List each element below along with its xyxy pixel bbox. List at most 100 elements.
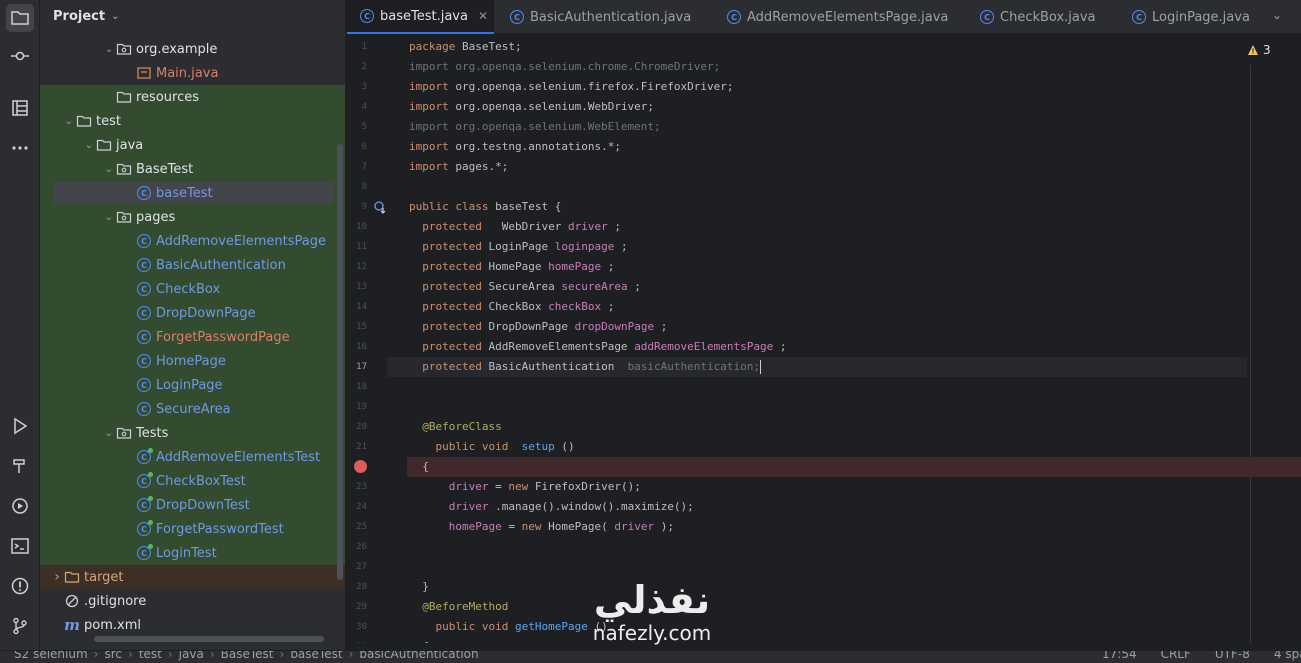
tree-item-target[interactable]: › target [40, 565, 345, 589]
code-editor[interactable]: 3 1 package BaseTest; 2 import org.openqa.s… [347, 35, 1301, 643]
code-line[interactable]: protected LoginPage loginpage ; [409, 237, 627, 257]
line-number[interactable]: 2 [347, 62, 367, 72]
line-number[interactable]: 24 [347, 502, 367, 512]
line-number[interactable]: 18 [347, 382, 367, 392]
tree-item-checkbox[interactable]: C CheckBox [40, 277, 345, 301]
code-line[interactable]: import org.openqa.selenium.WebElement; [409, 117, 661, 137]
tree-item-basicauthentication[interactable]: C BasicAuthentication [40, 253, 345, 277]
breadcrumb-item[interactable]: test [139, 651, 162, 661]
tree-item-loginpage[interactable]: C LoginPage [40, 373, 345, 397]
services-tool-button[interactable] [6, 492, 34, 520]
breakpoint-icon[interactable] [354, 460, 367, 473]
chevron-down-icon[interactable]: ⌄ [103, 428, 115, 439]
code-line[interactable]: { [409, 457, 429, 477]
breadcrumb-item[interactable]: basicAuthentication [359, 651, 478, 661]
chevron-down-icon[interactable]: ⌄ [103, 44, 115, 55]
tree-item-java[interactable]: ⌄ java [40, 133, 345, 157]
line-number[interactable]: 29 [347, 602, 367, 612]
project-tool-button[interactable] [6, 4, 34, 32]
code-line[interactable]: protected HomePage homePage ; [409, 257, 614, 277]
chevron-right-icon[interactable]: › [51, 569, 63, 585]
line-separator[interactable]: CRLF [1161, 651, 1191, 661]
line-number[interactable]: 21 [347, 442, 367, 452]
tree-item-addremoveelementstest[interactable]: C AddRemoveElementsTest [40, 445, 345, 469]
implemented-gutter-icon[interactable] [373, 200, 387, 214]
editor-tab-checkbox[interactable]: C CheckBox.java [967, 0, 1115, 34]
project-view-dropdown[interactable]: Project ⌄ [40, 0, 345, 32]
line-number[interactable]: 7 [347, 162, 367, 172]
problems-tool-button[interactable] [6, 572, 34, 600]
code-line[interactable]: @BeforeMethod [409, 597, 508, 617]
tree-item-forgetpasswordtest[interactable]: C ForgetPasswordTest [40, 517, 345, 541]
code-line[interactable]: import org.openqa.selenium.chrome.Chrome… [409, 57, 720, 77]
inspection-widget[interactable]: 3 [1247, 42, 1271, 58]
tree-item-dropdownpage[interactable]: C DropDownPage [40, 301, 345, 325]
tree-item-gitignore[interactable]: .gitignore [40, 589, 345, 613]
tree-vertical-scrollbar[interactable] [337, 144, 343, 580]
code-line[interactable]: protected AddRemoveElementsPage addRemov… [409, 337, 786, 357]
line-number[interactable]: 27 [347, 562, 367, 572]
file-encoding[interactable]: UTF-8 [1215, 651, 1250, 661]
chevron-down-icon[interactable]: ⌄ [103, 212, 115, 223]
code-line[interactable]: driver = new FirefoxDriver(); [409, 477, 641, 497]
line-number[interactable]: 14 [347, 302, 367, 312]
tree-item-main-java[interactable]: Main.java [40, 61, 345, 85]
breadcrumb-item[interactable]: BaseTest [221, 651, 274, 661]
line-number[interactable]: 19 [347, 402, 367, 412]
tree-item-logintest[interactable]: C LoginTest [40, 541, 345, 565]
code-line[interactable]: package BaseTest; [409, 37, 522, 57]
run-tool-button[interactable] [6, 412, 34, 440]
more-tools-button[interactable] [6, 134, 34, 162]
chevron-down-icon[interactable]: ⌄ [1272, 8, 1282, 22]
line-number[interactable]: 11 [347, 242, 367, 252]
tree-item-pom-xml[interactable]: m pom.xml [40, 613, 345, 637]
line-number[interactable]: 23 [347, 482, 367, 492]
code-line[interactable]: protected SecureArea secureArea ; [409, 277, 641, 297]
breadcrumb-item[interactable]: java [179, 651, 204, 661]
tree-item-basetest[interactable]: ⌄ BaseTest [40, 157, 345, 181]
chevron-down-icon[interactable]: ⌄ [103, 164, 115, 175]
line-number[interactable]: 17 [347, 362, 367, 372]
chevron-down-icon[interactable]: ⌄ [63, 116, 75, 127]
code-line[interactable]: protected DropDownPage dropDownPage ; [409, 317, 667, 337]
line-number[interactable]: 20 [347, 422, 367, 432]
code-line[interactable]: { [409, 637, 429, 643]
editor-tab-loginpage[interactable]: C LoginPage.java [1119, 0, 1259, 34]
code-line[interactable]: } [409, 577, 429, 597]
breadcrumb-item[interactable]: baseTest [290, 651, 342, 661]
structure-tool-button[interactable] [6, 94, 34, 122]
tree-item-tests[interactable]: ⌄ Tests [40, 421, 345, 445]
editor-tab-addremoveelementspage[interactable]: C AddRemoveElementsPage.java [714, 0, 960, 34]
code-line[interactable]: public void setup () [409, 437, 575, 457]
code-line[interactable]: import org.openqa.selenium.WebDriver; [409, 97, 654, 117]
line-number[interactable]: 30 [347, 622, 367, 632]
tree-item-pages[interactable]: ⌄ pages [40, 205, 345, 229]
indent-setting[interactable]: 4 spac [1274, 651, 1301, 661]
code-line[interactable]: protected BasicAuthentication basicAuthe… [409, 357, 762, 377]
line-number[interactable]: 3 [347, 82, 367, 92]
code-line[interactable]: import org.openqa.selenium.firefox.Firef… [409, 77, 734, 97]
code-line[interactable]: import org.testng.annotations.*; [409, 137, 621, 157]
breadcrumb-item[interactable]: S2 selenium [14, 651, 88, 661]
build-tool-button[interactable] [6, 452, 34, 480]
code-line[interactable]: protected CheckBox checkBox ; [409, 297, 614, 317]
line-number[interactable]: 8 [347, 182, 367, 192]
line-number[interactable]: 25 [347, 522, 367, 532]
line-number[interactable]: 6 [347, 142, 367, 152]
tree-item-test[interactable]: ⌄ test [40, 109, 345, 133]
line-number[interactable]: 10 [347, 222, 367, 232]
line-number[interactable]: 26 [347, 542, 367, 552]
line-number[interactable]: 16 [347, 342, 367, 352]
tree-item-org-example[interactable]: ⌄ org.example [40, 37, 345, 61]
tree-horizontal-scrollbar[interactable] [94, 636, 324, 642]
line-number[interactable]: 4 [347, 102, 367, 112]
code-line[interactable]: homePage = new HomePage( driver ); [409, 517, 674, 537]
line-number[interactable]: 13 [347, 282, 367, 292]
line-number[interactable]: 12 [347, 262, 367, 272]
breadcrumb-item[interactable]: src [104, 651, 122, 661]
editor-tab-basicauthentication[interactable]: C BasicAuthentication.java [497, 0, 707, 34]
editor-scrollbar-track[interactable] [1250, 65, 1251, 643]
tree-item-basetest[interactable]: CbaseTest [40, 181, 345, 205]
chevron-down-icon[interactable]: ⌄ [83, 140, 95, 151]
editor-tab-basetest[interactable]: CbaseTest.java ✕ [347, 0, 494, 34]
